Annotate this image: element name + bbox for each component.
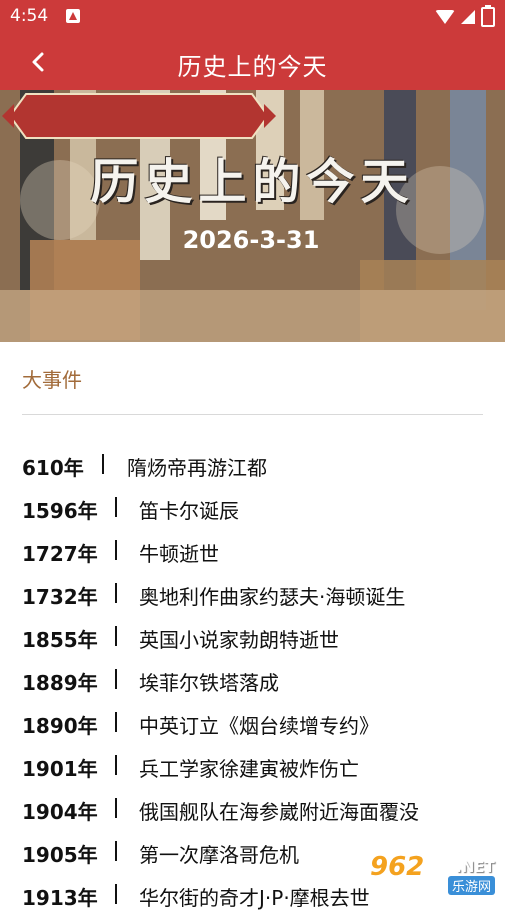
event-row[interactable]: 1855年 英国小说家勃朗特逝世: [22, 618, 492, 661]
event-row[interactable]: 1904年 俄国舰队在海参崴附近海面覆没: [22, 790, 492, 833]
event-separator: [115, 669, 117, 689]
banner-title: 历史上的今天: [90, 154, 415, 210]
wifi-icon: [435, 10, 455, 24]
status-time: 4:54: [10, 6, 49, 26]
event-description: 俄国舰队在海参崴附近海面覆没: [139, 800, 419, 824]
event-description: 中英订立《烟台续增专约》: [139, 714, 379, 738]
event-row[interactable]: 1889年 埃菲尔铁塔落成: [22, 661, 492, 704]
event-year: 1732年: [22, 585, 98, 609]
divider: [22, 414, 483, 415]
watermark-sub: 乐游网: [448, 876, 496, 895]
event-separator: [115, 497, 117, 517]
event-row[interactable]: 1727年 牛顿逝世: [22, 532, 492, 575]
event-row[interactable]: 610年 隋炀帝再游江都: [22, 446, 492, 489]
event-separator: [115, 798, 117, 818]
site-watermark: 962 .NET 乐游网: [370, 852, 500, 896]
event-description: 牛顿逝世: [139, 542, 219, 566]
event-year: 610年: [22, 456, 84, 480]
event-row[interactable]: 1596年 笛卡尔诞辰: [22, 489, 492, 532]
section-heading: 大事件: [22, 368, 82, 392]
event-separator: [115, 884, 117, 904]
watermark-number: 962: [370, 852, 425, 882]
event-year: 1855年: [22, 628, 98, 652]
event-description: 兵工学家徐建寅被炸伤亡: [139, 757, 359, 781]
date-ribbon: [2, 93, 276, 139]
event-separator: [115, 583, 117, 603]
app-bar: 历史上的今天: [0, 34, 505, 90]
event-description: 隋炀帝再游江都: [127, 456, 267, 480]
event-row[interactable]: 1732年 奥地利作曲家约瑟夫·海顿诞生: [22, 575, 492, 618]
event-year: 1913年: [22, 886, 98, 910]
event-description: 笛卡尔诞辰: [139, 499, 239, 523]
event-year: 1596年: [22, 499, 98, 523]
page-title: 历史上的今天: [177, 53, 328, 81]
event-year: 1727年: [22, 542, 98, 566]
event-year: 1904年: [22, 800, 98, 824]
status-bar: 4:54: [0, 0, 505, 34]
event-year: 1890年: [22, 714, 98, 738]
event-separator: [115, 626, 117, 646]
event-separator: [115, 540, 117, 560]
event-description: 第一次摩洛哥危机: [139, 843, 299, 867]
signal-icon: [461, 10, 475, 24]
banner-date: 2026-3-31: [182, 226, 320, 254]
watermark-net: .NET: [456, 858, 495, 876]
event-separator: [115, 755, 117, 775]
event-separator: [115, 841, 117, 861]
event-list: 610年 隋炀帝再游江都 1596年 笛卡尔诞辰 1727年 牛顿逝世 1732…: [22, 446, 492, 919]
event-description: 华尔街的奇才J·P·摩根去世: [139, 886, 370, 910]
event-description: 英国小说家勃朗特逝世: [139, 628, 339, 652]
app-notification-icon: [66, 9, 80, 23]
history-banner: 历史上的今天 2026-3-31: [0, 90, 505, 342]
event-description: 埃菲尔铁塔落成: [139, 671, 279, 695]
event-year: 1905年: [22, 843, 98, 867]
event-year: 1889年: [22, 671, 98, 695]
status-icons: [435, 5, 495, 27]
event-year: 1901年: [22, 757, 98, 781]
event-row[interactable]: 1901年 兵工学家徐建寅被炸伤亡: [22, 747, 492, 790]
event-row[interactable]: 1890年 中英订立《烟台续增专约》: [22, 704, 492, 747]
event-separator: [102, 454, 104, 474]
event-description: 奥地利作曲家约瑟夫·海顿诞生: [139, 585, 406, 609]
battery-icon: [481, 5, 495, 27]
event-separator: [115, 712, 117, 732]
